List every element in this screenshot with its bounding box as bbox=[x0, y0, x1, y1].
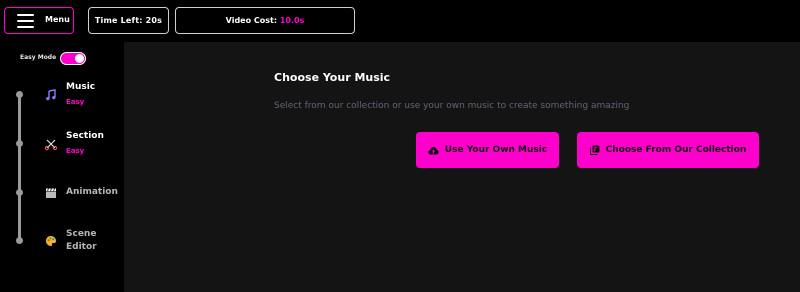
cloud-upload-icon bbox=[428, 146, 439, 155]
easy-mode-toggle[interactable] bbox=[60, 52, 86, 65]
use-own-music-label: Use Your Own Music bbox=[444, 145, 548, 155]
step-subtitle-section: Easy bbox=[66, 147, 85, 155]
progress-track bbox=[18, 94, 21, 240]
step-title-scene: Scene bbox=[66, 229, 97, 239]
step-title-music: Music bbox=[66, 82, 96, 92]
video-cost-label: Video Cost: bbox=[225, 16, 278, 25]
music-note-icon bbox=[45, 89, 57, 101]
step-dot-animation bbox=[16, 189, 23, 196]
step-subtitle-music: Easy bbox=[66, 98, 85, 106]
step-title-editor: Editor bbox=[66, 242, 97, 252]
sidebar: Easy Mode Music Easy Section Easy Animat… bbox=[0, 42, 124, 292]
top-bar: Menu Time Left: 20s Video Cost: 10.0s bbox=[0, 0, 800, 42]
step-title-section: Section bbox=[66, 131, 104, 141]
time-left-indicator: Time Left: 20s bbox=[88, 7, 169, 34]
palette-icon bbox=[45, 235, 57, 247]
step-title-animation: Animation bbox=[66, 187, 118, 197]
page-description: Select from our collection or use your o… bbox=[274, 101, 630, 111]
music-library-icon bbox=[589, 145, 600, 155]
use-own-music-button[interactable]: Use Your Own Music bbox=[416, 132, 559, 168]
time-left-label: Time Left: bbox=[94, 16, 143, 25]
video-cost-indicator: Video Cost: 10.0s bbox=[175, 7, 355, 34]
toggle-knob bbox=[75, 54, 84, 63]
easy-mode-label: Easy Mode bbox=[20, 54, 57, 61]
step-dot-scene-editor bbox=[16, 237, 23, 244]
step-dot-section bbox=[16, 140, 23, 147]
scissors-icon bbox=[44, 138, 58, 151]
menu-label: Menu bbox=[45, 15, 70, 24]
page-title: Choose Your Music bbox=[274, 71, 391, 84]
video-cost-value: 10.0s bbox=[279, 16, 305, 25]
hamburger-icon bbox=[17, 14, 34, 28]
step-dot-music bbox=[16, 91, 23, 98]
choose-collection-button[interactable]: Choose From Our Collection bbox=[577, 132, 759, 168]
menu-button[interactable]: Menu bbox=[4, 7, 74, 34]
choose-collection-label: Choose From Our Collection bbox=[605, 145, 747, 155]
clapperboard-icon bbox=[45, 187, 57, 199]
time-left-value: 20s bbox=[145, 16, 163, 25]
